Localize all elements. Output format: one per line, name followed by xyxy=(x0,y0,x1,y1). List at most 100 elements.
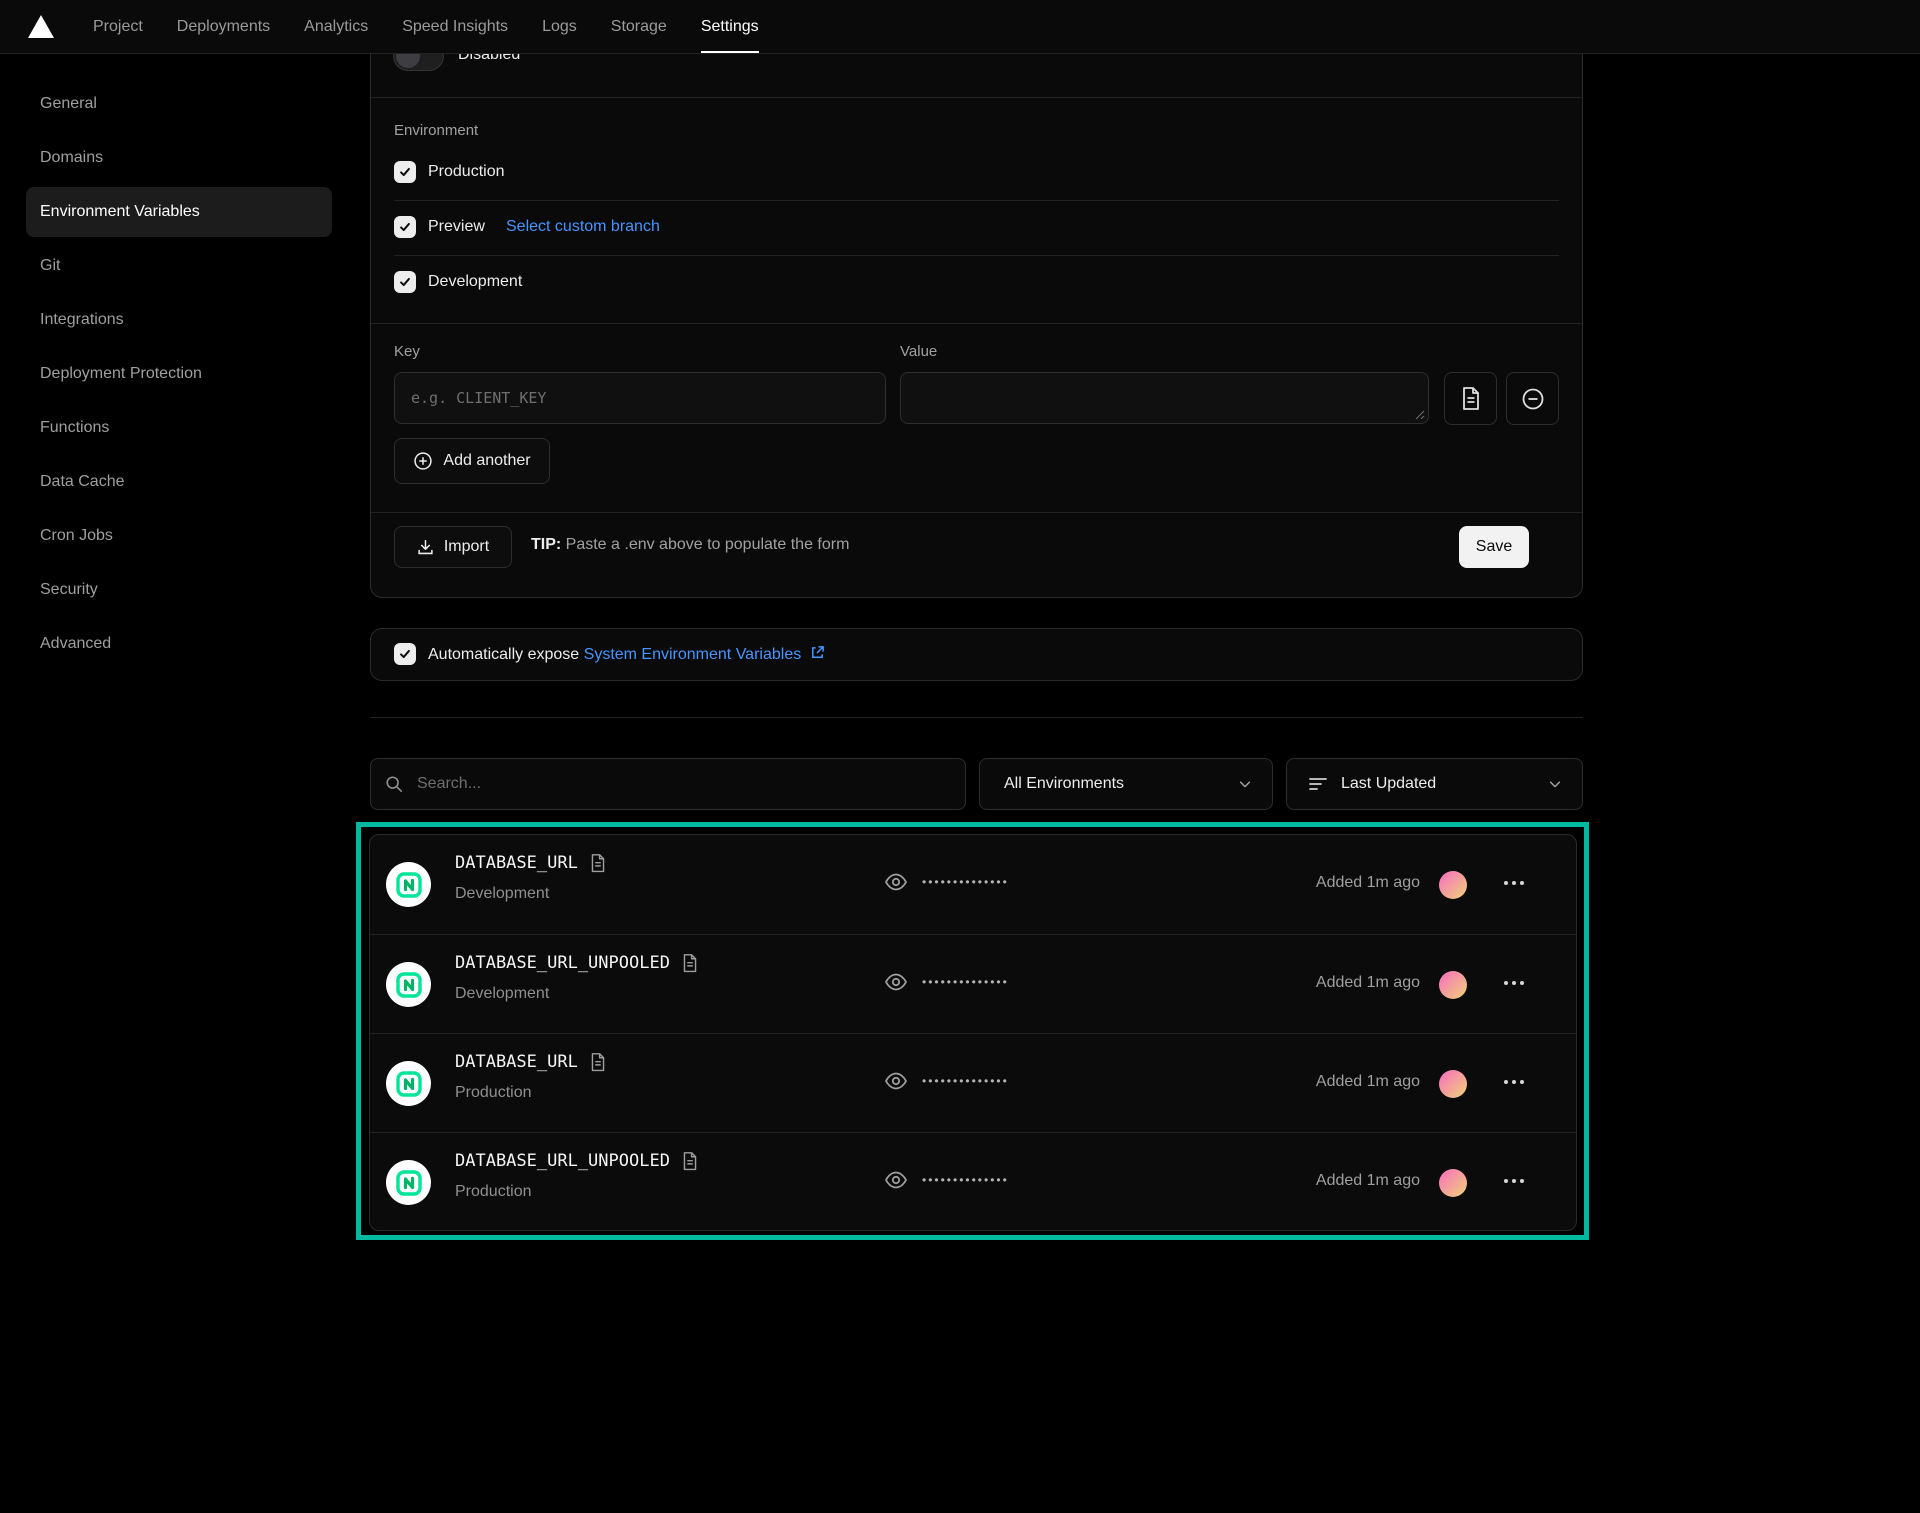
env-var-environment: Development xyxy=(455,885,549,903)
sidebar-item-git[interactable]: Git xyxy=(26,241,332,291)
row-actions-menu[interactable] xyxy=(1504,981,1524,985)
nav-tab-analytics[interactable]: Analytics xyxy=(287,0,385,53)
added-timestamp: Added 1m ago xyxy=(1316,874,1420,892)
reveal-value-eye-icon[interactable] xyxy=(884,973,908,991)
resize-handle-icon[interactable] xyxy=(1415,410,1425,420)
sidebar-item-label: Data Cache xyxy=(40,473,125,491)
production-checkbox[interactable] xyxy=(394,161,416,183)
sidebar-item-advanced[interactable]: Advanced xyxy=(26,619,332,669)
env-var-row[interactable]: DATABASE_URL_UNPOOLED Development ••••••… xyxy=(370,934,1576,1033)
row-divider xyxy=(394,255,1559,256)
save-button[interactable]: Save xyxy=(1459,526,1529,568)
select-custom-branch-link[interactable]: Select custom branch xyxy=(506,218,660,236)
sidebar-item-functions[interactable]: Functions xyxy=(26,403,332,453)
reveal-value-eye-icon[interactable] xyxy=(884,1072,908,1090)
sidebar-item-security[interactable]: Security xyxy=(26,565,332,615)
env-var-form-card xyxy=(370,0,1583,598)
environments-dropdown[interactable]: All Environments xyxy=(979,758,1273,810)
row-actions-menu[interactable] xyxy=(1504,1179,1524,1183)
note-icon xyxy=(590,854,606,873)
env-var-row[interactable]: DATABASE_URL Production •••••••••••••• A… xyxy=(370,1033,1576,1132)
footer-divider xyxy=(371,512,1582,513)
nav-tab-logs[interactable]: Logs xyxy=(525,0,594,53)
sidebar-item-deployment-protection[interactable]: Deployment Protection xyxy=(26,349,332,399)
row-actions-menu[interactable] xyxy=(1504,1080,1524,1084)
sidebar-item-integrations[interactable]: Integrations xyxy=(26,295,332,345)
nav-tab-project[interactable]: Project xyxy=(76,0,160,53)
value-input[interactable] xyxy=(901,373,1428,423)
vercel-logo-icon[interactable] xyxy=(28,15,54,38)
value-input-wrap xyxy=(900,372,1429,424)
save-label: Save xyxy=(1476,538,1512,556)
nav-tab-deployments[interactable]: Deployments xyxy=(160,0,287,53)
environments-dropdown-value: All Environments xyxy=(1004,775,1238,793)
development-checkbox[interactable] xyxy=(394,271,416,293)
sort-dropdown[interactable]: Last Updated xyxy=(1286,758,1583,810)
env-var-name: DATABASE_URL_UNPOOLED xyxy=(455,1151,670,1171)
nav-tab-settings[interactable]: Settings xyxy=(684,0,776,53)
add-another-label: Add another xyxy=(443,452,530,470)
masked-value: •••••••••••••• xyxy=(922,875,1009,889)
neon-logo-icon xyxy=(396,1170,422,1196)
paste-env-file-button[interactable] xyxy=(1444,372,1497,425)
note-icon xyxy=(682,1152,698,1171)
preview-checkbox[interactable] xyxy=(394,216,416,238)
nav-tab-storage[interactable]: Storage xyxy=(594,0,684,53)
env-var-environment: Production xyxy=(455,1084,532,1102)
env-var-list: DATABASE_URL Development •••••••••••••• … xyxy=(369,834,1577,1231)
env-var-row[interactable]: DATABASE_URL Development •••••••••••••• … xyxy=(370,835,1576,934)
chevron-down-icon xyxy=(1548,777,1562,791)
search-input[interactable] xyxy=(415,774,951,794)
tip-text: TIP: Paste a .env above to populate the … xyxy=(531,536,849,554)
auto-expose-checkbox[interactable] xyxy=(394,643,416,665)
neon-integration-avatar xyxy=(386,862,431,907)
environment-variables-settings-page: Project Deployments Analytics Speed Insi… xyxy=(0,0,1920,1513)
sidebar-item-label: Git xyxy=(40,257,60,275)
environment-section-label: Environment xyxy=(394,122,478,139)
check-icon xyxy=(398,220,412,234)
section-divider xyxy=(371,97,1582,98)
minus-circle-icon xyxy=(1521,387,1545,411)
added-timestamp: Added 1m ago xyxy=(1316,974,1420,992)
reveal-value-eye-icon[interactable] xyxy=(884,1171,908,1189)
download-icon xyxy=(417,539,434,556)
sidebar-item-general[interactable]: General xyxy=(26,79,332,129)
reveal-value-eye-icon[interactable] xyxy=(884,873,908,891)
neon-integration-avatar xyxy=(386,1061,431,1106)
sidebar-item-label: Deployment Protection xyxy=(40,365,202,383)
tip-body: Paste a .env above to populate the form xyxy=(561,536,849,553)
key-input[interactable] xyxy=(395,373,885,423)
remove-row-button[interactable] xyxy=(1506,372,1559,425)
neon-logo-icon xyxy=(396,1071,422,1097)
sidebar-item-domains[interactable]: Domains xyxy=(26,133,332,183)
tip-bold: TIP: xyxy=(531,536,561,553)
import-button[interactable]: Import xyxy=(394,526,512,568)
key-label: Key xyxy=(394,343,420,360)
key-input-wrap xyxy=(394,372,886,424)
user-avatar xyxy=(1439,1070,1467,1098)
row-divider xyxy=(394,200,1559,201)
row-actions-menu[interactable] xyxy=(1504,881,1524,885)
check-icon xyxy=(398,647,412,661)
sidebar-item-environment-variables[interactable]: Environment Variables xyxy=(26,187,332,237)
system-env-link[interactable]: System Environment Variables xyxy=(584,646,802,663)
sidebar-item-data-cache[interactable]: Data Cache xyxy=(26,457,332,507)
check-icon xyxy=(398,165,412,179)
sidebar-item-label: Security xyxy=(40,581,98,599)
note-icon xyxy=(682,954,698,973)
nav-tab-speed-insights[interactable]: Speed Insights xyxy=(385,0,525,53)
user-avatar xyxy=(1439,971,1467,999)
neon-integration-avatar xyxy=(386,962,431,1007)
search-icon xyxy=(385,775,403,793)
sidebar-item-label: Functions xyxy=(40,419,109,437)
add-another-button[interactable]: Add another xyxy=(394,438,550,484)
env-var-name: DATABASE_URL xyxy=(455,1052,578,1072)
masked-value: •••••••••••••• xyxy=(922,1074,1009,1088)
user-avatar xyxy=(1439,871,1467,899)
env-var-row[interactable]: DATABASE_URL_UNPOOLED Production •••••••… xyxy=(370,1132,1576,1231)
search-box xyxy=(370,758,966,810)
masked-value: •••••••••••••• xyxy=(922,975,1009,989)
sidebar-item-label: Advanced xyxy=(40,635,111,653)
section-divider xyxy=(371,323,1582,324)
sidebar-item-cron-jobs[interactable]: Cron Jobs xyxy=(26,511,332,561)
